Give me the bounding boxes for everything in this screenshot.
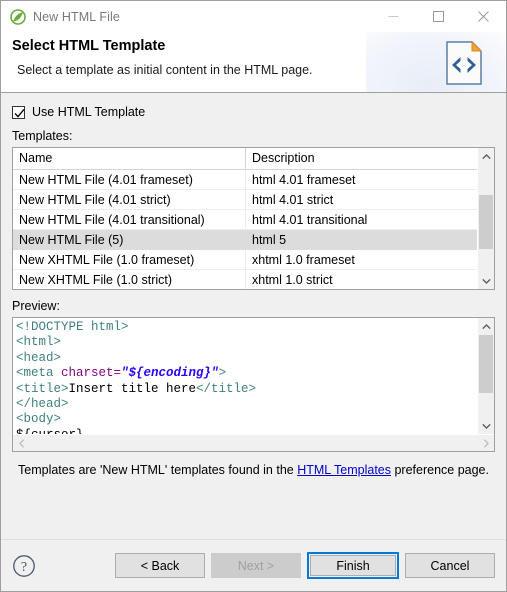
code-line-title: <title>Insert title here</title> — [16, 381, 257, 396]
next-button: Next > — [211, 553, 301, 578]
page-subtitle: Select a template as initial content in … — [17, 63, 313, 77]
cell-name: New XHTML File (1.0 strict) — [13, 270, 246, 289]
code-token-html-open: <html> — [16, 335, 62, 350]
window-title: New HTML File — [33, 9, 120, 24]
help-icon[interactable]: ? — [12, 554, 36, 578]
cancel-button[interactable]: Cancel — [405, 553, 495, 578]
code-line-meta: <meta charset="${encoding}"> — [16, 366, 227, 381]
dialog-header: Select HTML Template Select a template a… — [1, 32, 506, 93]
button-bar: ? < Back Next > Finish Cancel — [1, 539, 506, 591]
chevron-up-icon[interactable] — [478, 318, 494, 335]
preview-content-area: <!DOCTYPE html> <html> <head> <meta char… — [13, 318, 494, 434]
code-line: <head> — [16, 351, 477, 366]
finish-button-focus-ring: Finish — [307, 552, 399, 579]
table-row-selected[interactable]: New HTML File (5) html 5 — [13, 230, 477, 250]
footnote: Templates are 'New HTML' templates found… — [12, 463, 495, 477]
cell-name: New HTML File (4.01 transitional) — [13, 210, 246, 229]
preview-label: Preview: — [12, 299, 60, 313]
code-token-head-close: </head> — [16, 397, 69, 412]
cell-description: html 4.01 strict — [252, 193, 334, 207]
code-line: <body> — [16, 412, 477, 427]
page-title: Select HTML Template — [12, 38, 166, 54]
cell-description: html 5 — [252, 233, 287, 247]
code-line: <html> — [16, 335, 477, 350]
code-token-doctype: <!DOCTYPE html> — [16, 320, 129, 334]
footnote-prefix: Templates are 'New HTML' templates found… — [18, 463, 298, 477]
templates-label: Templates: — [12, 129, 73, 143]
chevron-right-icon[interactable] — [477, 435, 494, 452]
dialog-buttons: < Back Next > Finish Cancel — [115, 552, 495, 579]
templates-table[interactable]: Name Description New HTML File (4.01 fra… — [12, 147, 495, 290]
chevron-down-icon[interactable] — [478, 272, 494, 289]
table-row[interactable]: New HTML File (4.01 strict) html 4.01 st… — [13, 190, 477, 210]
back-button[interactable]: < Back — [115, 553, 205, 578]
code-line: <!DOCTYPE html> — [16, 320, 477, 335]
table-row[interactable]: New HTML File (4.01 transitional) html 4… — [13, 210, 477, 230]
checkmark-icon — [14, 108, 25, 118]
scrollbar-thumb[interactable] — [479, 195, 493, 249]
chevron-down-icon[interactable] — [478, 417, 494, 434]
eclipse-leaf-icon — [10, 8, 26, 25]
templates-table-main: Name Description New HTML File (4.01 fra… — [13, 148, 477, 289]
templates-vertical-scrollbar[interactable] — [477, 148, 494, 289]
table-row[interactable]: New HTML File (4.01 frameset) html 4.01 … — [13, 170, 477, 190]
cell-name: New HTML File (4.01 frameset) — [13, 170, 246, 189]
html-document-code-icon — [438, 37, 490, 89]
cell-name: New XHTML File (1.0 frameset) — [13, 250, 246, 269]
minimize-icon[interactable] — [371, 1, 416, 32]
preview-horizontal-scrollbar[interactable] — [13, 434, 494, 451]
new-html-file-dialog: New HTML File Select HTML Template Selec… — [0, 0, 507, 592]
cell-description: html 4.01 transitional — [252, 213, 368, 227]
use-html-template-row[interactable]: Use HTML Template — [12, 104, 495, 120]
maximize-icon[interactable] — [416, 1, 461, 32]
cell-name: New HTML File (4.01 strict) — [13, 190, 246, 209]
finish-button[interactable]: Finish — [310, 555, 396, 576]
close-icon[interactable] — [461, 1, 506, 32]
code-token-head-open: <head> — [16, 350, 62, 365]
cell-description: xhtml 1.0 strict — [252, 273, 333, 287]
code-token-body-open: <body> — [16, 412, 62, 427]
preview-code[interactable]: <!DOCTYPE html> <html> <head> <meta char… — [13, 318, 477, 434]
chevron-left-icon[interactable] — [13, 435, 30, 452]
scrollbar-track[interactable] — [478, 335, 494, 417]
code-line: </head> — [16, 397, 477, 412]
use-html-template-label: Use HTML Template — [32, 105, 146, 119]
chevron-up-icon[interactable] — [478, 148, 494, 165]
footnote-suffix: preference page. — [391, 463, 489, 477]
table-header-row: Name Description — [13, 148, 477, 170]
window-controls — [371, 1, 506, 32]
cell-description: xhtml 1.0 frameset — [252, 253, 355, 267]
preview-vertical-scrollbar[interactable] — [477, 318, 494, 434]
table-row[interactable]: New XHTML File (1.0 strict) xhtml 1.0 st… — [13, 270, 477, 289]
table-row[interactable]: New XHTML File (1.0 frameset) xhtml 1.0 … — [13, 250, 477, 270]
preview-pane[interactable]: <!DOCTYPE html> <html> <head> <meta char… — [12, 317, 495, 452]
svg-text:?: ? — [21, 560, 27, 575]
cell-name: New HTML File (5) — [13, 230, 246, 249]
html-templates-link[interactable]: HTML Templates — [297, 463, 391, 477]
table-body: New HTML File (4.01 frameset) html 4.01 … — [13, 170, 477, 289]
cell-description: html 4.01 frameset — [252, 173, 356, 187]
column-header-name[interactable]: Name — [13, 148, 246, 169]
column-header-description[interactable]: Description — [246, 148, 477, 169]
scrollbar-track[interactable] — [478, 165, 494, 272]
scrollbar-thumb[interactable] — [479, 335, 493, 393]
title-bar: New HTML File — [1, 1, 506, 32]
use-html-template-checkbox[interactable] — [12, 105, 25, 119]
dialog-body: Use HTML Template Templates: Name Descri… — [1, 93, 506, 539]
